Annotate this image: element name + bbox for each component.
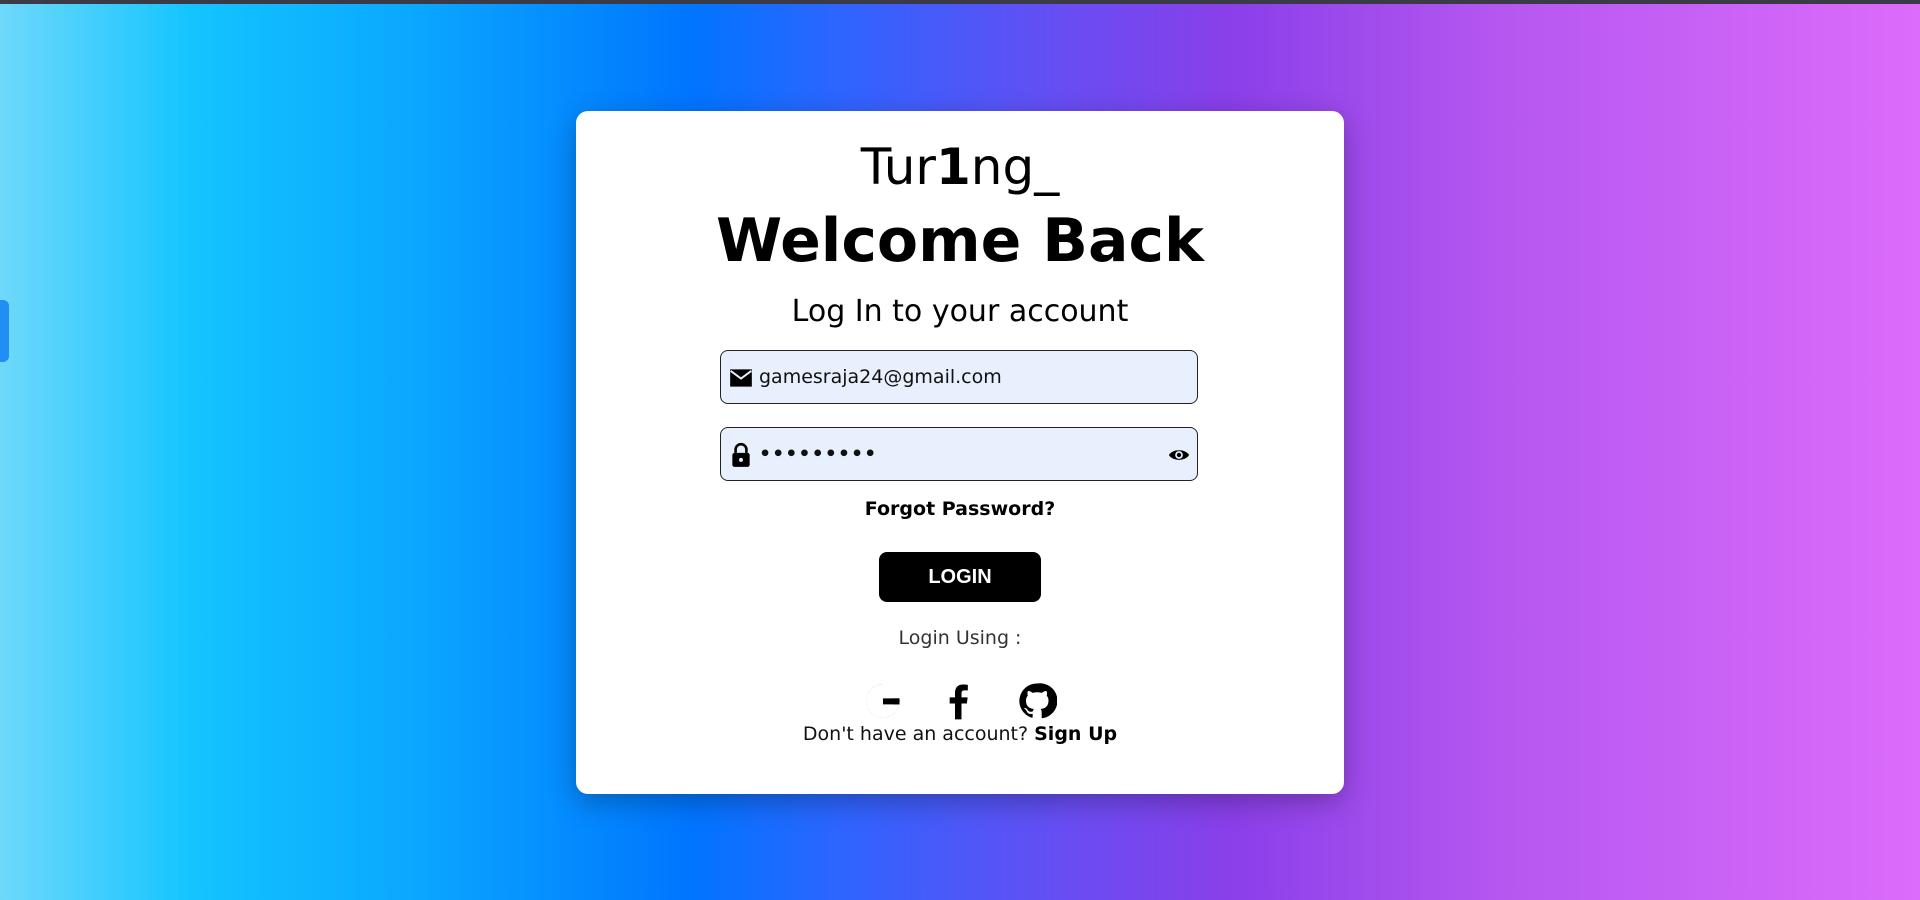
google-icon[interactable]: [863, 681, 903, 721]
github-icon[interactable]: [1017, 681, 1057, 721]
password-field[interactable]: [720, 427, 1198, 481]
side-tab-handle[interactable]: [0, 300, 9, 362]
login-using-label: Login Using :: [898, 627, 1022, 649]
signup-link[interactable]: Sign Up: [1034, 723, 1117, 745]
browser-top-bar: [0, 0, 1920, 4]
brand-highlight: 1: [935, 138, 971, 196]
email-input[interactable]: [759, 359, 1139, 395]
forgot-password-link[interactable]: Forgot Password?: [576, 496, 1344, 522]
email-field[interactable]: [720, 350, 1198, 404]
brand-logo: Tur1ng_: [576, 139, 1344, 195]
page-title: Welcome Back: [716, 206, 1204, 276]
eye-icon[interactable]: [1167, 444, 1191, 466]
page-subtitle: Log In to your account: [791, 294, 1129, 329]
envelope-icon: [730, 369, 752, 387]
login-card: Tur1ng_ Welcome Back Log In to your acco…: [576, 111, 1344, 794]
facebook-icon[interactable]: [939, 681, 979, 721]
signup-prompt: Don't have an account? Sign Up: [576, 721, 1344, 747]
lock-icon: [732, 442, 750, 467]
signup-prompt-text: Don't have an account?: [802, 723, 1029, 745]
brand-suffix: ng_: [970, 138, 1060, 196]
login-button[interactable]: LOGIN: [879, 552, 1041, 602]
brand-prefix: Tur: [860, 138, 936, 196]
password-input[interactable]: [759, 436, 1139, 472]
